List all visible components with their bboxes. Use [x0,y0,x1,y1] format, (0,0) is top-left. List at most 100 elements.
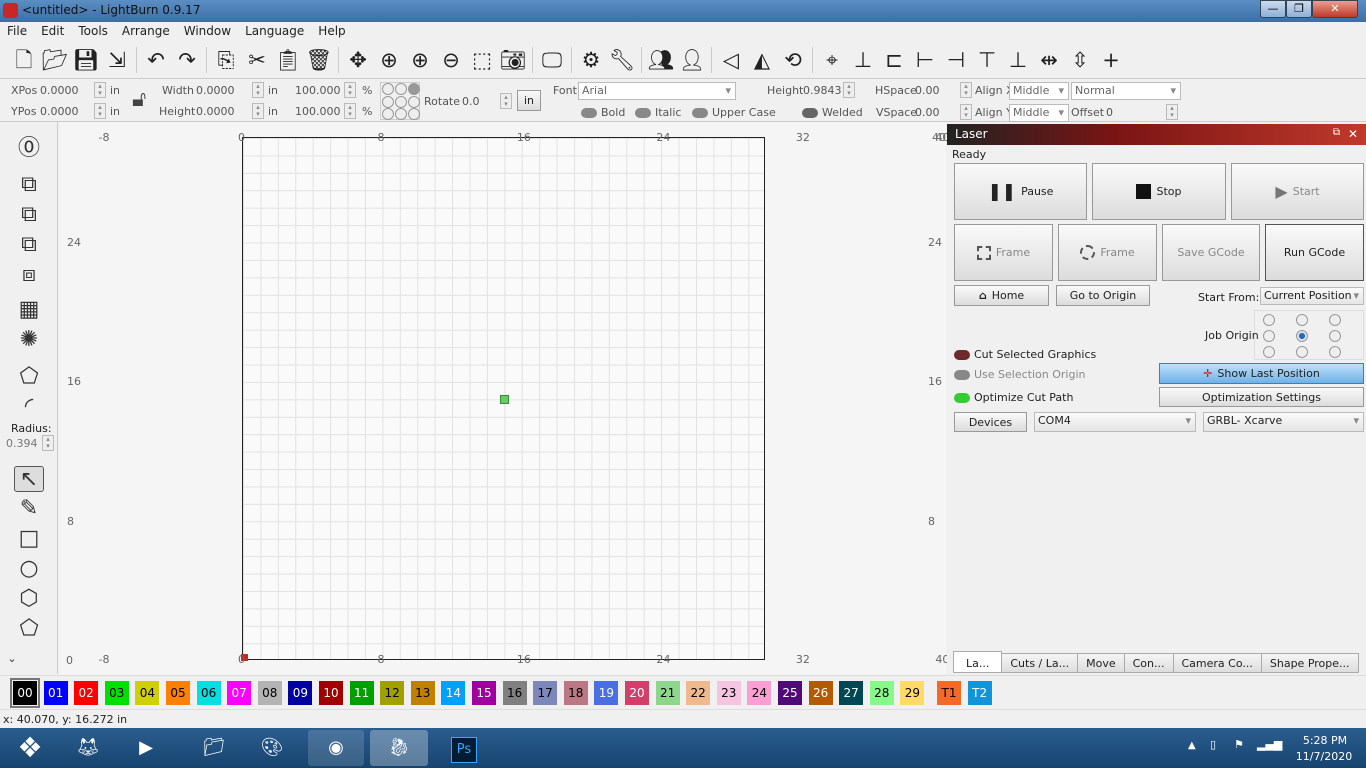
anchor-point[interactable] [408,108,420,120]
work-bed-grid[interactable] [241,137,765,661]
hspace-field[interactable]: 0.00 [915,84,940,97]
ellipse-icon[interactable]: ○ [14,556,44,582]
start-button[interactable]: ▶ Start [1231,163,1364,220]
copy-icon[interactable]: ⎘ [212,46,240,74]
weld-icon[interactable]: ⧈ [14,262,44,288]
clock-date[interactable]: 11/7/2020 [1288,750,1360,763]
start-button[interactable]: ❖ [0,730,60,766]
welded-toggle[interactable]: Welded [802,106,863,119]
panel-tab[interactable]: Con... [1123,653,1174,673]
offset-spinner[interactable]: ▴ ▾ [1166,104,1178,120]
menu-file[interactable]: File [0,22,34,40]
delete-icon[interactable]: 🗑︎ [305,46,333,74]
optimize-cut-path-toggle[interactable]: Optimize Cut Path [954,391,1073,404]
job-origin-radio-selected[interactable] [1296,330,1308,342]
cut-icon[interactable]: ✂ [243,46,271,74]
radius-field[interactable]: 0.394 [6,437,38,450]
align-bottom-icon[interactable]: ⊥ [1004,46,1032,74]
panel-tab[interactable]: Shape Prope... [1260,653,1359,673]
distribute-icon[interactable]: ⊏ [880,46,908,74]
select-frame-icon[interactable]: ⬚ [468,46,496,74]
home-button[interactable]: ⌂ Home [954,285,1049,306]
color-swatch-02[interactable]: 02 [74,681,99,705]
ypos-spinner[interactable]: ▴ ▾ [94,103,106,119]
work-canvas[interactable]: -8 0 8 16 24 32 40 -8 0 8 16 24 32 40 24 16 8 0 24 16 8 40 [60,122,949,674]
menu-language[interactable]: Language [238,22,311,40]
text-height-spinner[interactable]: ▴ ▾ [843,82,855,98]
job-origin-radio[interactable] [1296,314,1308,326]
edit-nodes-icon[interactable]: ⬠ [14,364,44,390]
anchor-point[interactable] [408,95,420,108]
settings-icon[interactable]: ⚙ [577,46,605,74]
center-icon[interactable]: ⌖ [818,46,846,74]
chrome-taskbar-icon[interactable]: ◉ [308,730,364,766]
new-file-icon[interactable]: 🗋 [10,46,38,74]
panel-tab[interactable]: Move [1077,653,1125,673]
lock-open-icon[interactable]: 🔓︎ [132,87,146,112]
color-swatch-05[interactable]: 05 [166,681,190,705]
anchor-point[interactable] [395,83,407,95]
anchor-point[interactable] [382,95,394,108]
network-icon[interactable]: ▂▄▆ [1257,738,1282,751]
clock-time[interactable]: 5:28 PM [1295,734,1355,747]
tray-chevron-icon[interactable]: ▲ [1188,740,1196,751]
polygon-icon[interactable]: ⬡ [14,586,44,612]
rotate-field[interactable]: 0.0 [462,95,480,108]
redo-icon[interactable]: ↷ [173,46,201,74]
go-to-origin-button[interactable]: Go to Origin [1056,285,1150,306]
boolean-subtract-icon[interactable]: ⧉ [14,202,44,228]
port-select[interactable]: COM4 [1034,412,1196,432]
italic-toggle[interactable]: Italic [635,106,681,119]
rotate-icon[interactable]: ⟲ [779,46,807,74]
ypos-field[interactable]: 0.0000 [40,105,79,118]
close-button[interactable]: ✕ [1312,0,1358,18]
color-swatch-11[interactable]: 11 [349,681,374,705]
color-swatch-01[interactable]: 01 [43,681,68,705]
color-swatch-10[interactable]: 10 [319,681,343,705]
color-swatch-13[interactable]: 13 [410,681,435,705]
move-icon[interactable]: ✥ [344,46,372,74]
rectangle-icon[interactable]: □ [14,526,44,552]
anchor-selector[interactable] [380,82,420,120]
maximize-button[interactable]: ❐ [1286,0,1312,18]
zoom-out-icon[interactable]: ⊖ [437,46,465,74]
menu-edit[interactable]: Edit [34,22,71,40]
camera-icon[interactable]: 📷︎ [499,46,527,74]
anchor-point[interactable] [395,95,407,108]
select-arrow-icon[interactable]: ↖ [14,466,44,492]
color-swatch-21[interactable]: 21 [655,681,680,705]
color-swatch-28[interactable]: 28 [869,681,894,705]
color-swatch-27[interactable]: 27 [839,681,864,705]
height-field[interactable]: 0.0000 [196,105,235,118]
panel-tab[interactable]: Cuts / La... [1001,653,1079,673]
devices-button[interactable]: Devices [954,412,1027,432]
align-top-icon[interactable]: ⊤ [973,46,1001,74]
show-last-position-button[interactable]: ✛ Show Last Position [1159,363,1364,384]
vspace-field[interactable]: 0.00 [915,106,940,119]
color-swatch-09[interactable]: 09 [288,681,313,705]
job-origin-radio[interactable] [1263,314,1275,326]
job-origin-radio[interactable] [1329,330,1341,342]
menu-help[interactable]: Help [311,22,352,40]
scale-y-field[interactable]: 100.000 [295,105,341,118]
xpos-spinner[interactable]: ▴ ▾ [94,82,106,98]
color-swatch-23[interactable]: 23 [716,681,741,705]
frame-button[interactable]: Frame [954,224,1053,281]
font-select[interactable]: Arial [578,82,736,100]
grid-array-icon[interactable]: ▦ [14,297,44,323]
paste-icon[interactable]: 📋︎ [274,46,302,74]
use-selection-origin-toggle[interactable]: Use Selection Origin [954,368,1085,381]
color-swatch-T1[interactable]: T1 [937,681,961,705]
height-spinner[interactable]: ▴ ▾ [252,103,264,119]
menu-arrange[interactable]: Arrange [115,22,177,40]
scale-x-field[interactable]: 100.000 [295,84,341,97]
undo-icon[interactable]: ↶ [142,46,170,74]
pause-button[interactable]: ❚❚ Pause [954,163,1087,220]
firefox-taskbar-icon[interactable]: 🦊︎ [60,730,116,766]
media-player-taskbar-icon[interactable]: ▶ [118,730,174,766]
menu-tools[interactable]: Tools [71,22,115,40]
radius-spinner[interactable]: ▴ ▾ [42,435,54,451]
file-explorer-taskbar-icon[interactable]: 📁︎ [186,730,242,766]
circular-array-icon[interactable]: ✺ [14,327,44,353]
save-gcode-button[interactable]: Save GCode [1162,224,1260,281]
